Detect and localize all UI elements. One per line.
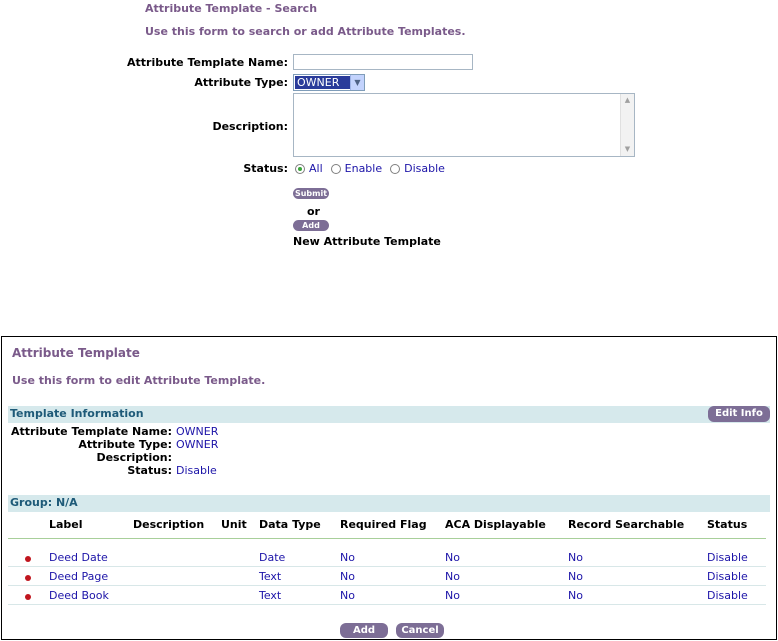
attribute-type-select[interactable]: OWNER ▼ <box>293 74 365 91</box>
row-divider <box>8 604 766 605</box>
row-data-type: Text <box>259 570 282 583</box>
status-radio-group: All Enable Disable <box>295 162 445 175</box>
attribute-type-value: OWNER <box>295 76 351 89</box>
edit-template-panel: Attribute Template Use this form to edit… <box>1 336 777 640</box>
row-status: Disable <box>707 570 748 583</box>
description-scrollbar[interactable]: ▲ ▼ <box>620 94 634 156</box>
search-form-subtitle: Use this form to search or add Attribute… <box>145 25 466 38</box>
row-status: Disable <box>707 551 748 564</box>
row-aca: No <box>445 589 460 602</box>
info-name-value: OWNER <box>176 425 219 438</box>
cancel-button[interactable]: Cancel <box>396 623 444 638</box>
row-data-type: Text <box>259 589 282 602</box>
attribute-type-label: Attribute Type: <box>194 76 288 89</box>
col-description-header: Description <box>133 518 205 531</box>
edit-panel-title: Attribute Template <box>12 346 140 360</box>
row-data-type: Date <box>259 551 286 564</box>
bullet-icon <box>25 594 31 600</box>
add-template-button[interactable]: Add <box>293 220 329 231</box>
template-info-label: Template Information <box>10 407 144 420</box>
bullet-icon <box>25 556 31 562</box>
row-searchable: No <box>568 551 583 564</box>
row-required: No <box>340 551 355 564</box>
row-label-link[interactable]: Deed Date <box>49 551 108 564</box>
col-required-header: Required Flag <box>340 518 427 531</box>
group-bar: Group: N/A <box>8 495 770 512</box>
submit-button[interactable]: Submit <box>293 188 329 199</box>
add-button[interactable]: Add <box>340 623 388 638</box>
description-textarea[interactable]: ▲ ▼ <box>293 93 635 157</box>
status-label: Status: <box>243 162 288 175</box>
new-template-link[interactable]: New Attribute Template <box>293 235 441 248</box>
table-row: Deed Book Text No No No Disable <box>2 587 772 605</box>
col-aca-header: ACA Displayable <box>445 518 546 531</box>
info-type-label: Attribute Type: <box>78 438 172 451</box>
group-label: Group: N/A <box>10 496 78 509</box>
row-aca: No <box>445 570 460 583</box>
header-divider <box>8 538 766 539</box>
table-row: Deed Date Date No No No Disable <box>2 549 772 567</box>
row-status: Disable <box>707 589 748 602</box>
row-required: No <box>340 589 355 602</box>
table-row: Deed Page Text No No No Disable <box>2 568 772 586</box>
description-label: Description: <box>212 120 288 133</box>
status-disable-label: Disable <box>404 162 445 175</box>
col-label-header: Label <box>49 518 83 531</box>
status-enable-radio[interactable] <box>330 163 341 174</box>
template-name-label: Attribute Template Name: <box>126 56 288 69</box>
or-text: or <box>307 205 320 218</box>
row-divider <box>8 585 766 586</box>
edit-panel-subtitle: Use this form to edit Attribute Template… <box>12 374 266 387</box>
row-searchable: No <box>568 570 583 583</box>
row-label-link[interactable]: Deed Page <box>49 570 108 583</box>
template-name-input[interactable] <box>293 54 473 70</box>
info-type-value: OWNER <box>176 438 219 451</box>
row-searchable: No <box>568 589 583 602</box>
row-aca: No <box>445 551 460 564</box>
bullet-icon <box>25 575 31 581</box>
col-status-header: Status <box>707 518 748 531</box>
info-status-label: Status: <box>127 464 172 477</box>
scroll-up-icon[interactable]: ▲ <box>621 94 634 107</box>
chevron-down-icon[interactable]: ▼ <box>350 75 364 90</box>
col-data-type-header: Data Type <box>259 518 321 531</box>
search-form-title: Attribute Template - Search <box>145 2 318 15</box>
col-searchable-header: Record Searchable <box>568 518 685 531</box>
col-unit-header: Unit <box>221 518 247 531</box>
status-disable-radio[interactable] <box>390 163 401 174</box>
row-required: No <box>340 570 355 583</box>
scroll-down-icon[interactable]: ▼ <box>621 143 634 156</box>
info-name-label: Attribute Template Name: <box>10 425 172 438</box>
status-all-radio[interactable] <box>295 163 305 174</box>
status-enable-label: Enable <box>344 162 383 175</box>
edit-info-button[interactable]: Edit Info <box>708 406 770 422</box>
status-all-label: All <box>309 162 323 175</box>
template-info-bar: Template Information Edit Info <box>8 406 770 423</box>
row-divider <box>8 566 766 567</box>
info-description-label: Description: <box>96 451 172 464</box>
row-label-link[interactable]: Deed Book <box>49 589 109 602</box>
info-status-value: Disable <box>176 464 217 477</box>
